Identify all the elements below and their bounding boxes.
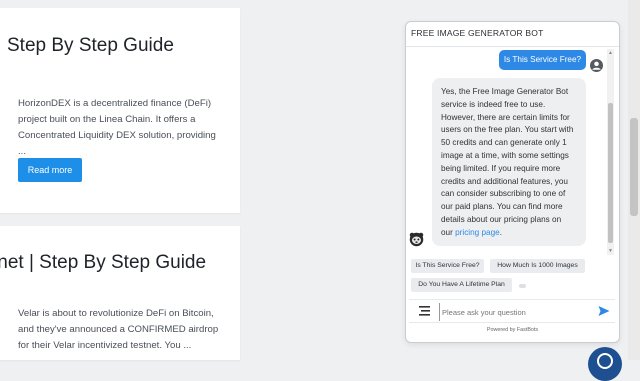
menu-lines-icon[interactable]: [419, 306, 430, 316]
bot-message-text: Yes, the Free Image Generator Bot servic…: [441, 87, 574, 237]
chat-widget: FREE IMAGE GENERATOR BOT Is This Service…: [405, 21, 620, 343]
pricing-page-link[interactable]: pricing page: [455, 228, 500, 237]
suggestion-chip[interactable]: Is This Service Free?: [411, 259, 484, 273]
article-title[interactable]: Step By Step Guide: [7, 35, 174, 57]
page-scrollbar-thumb[interactable]: [630, 118, 638, 216]
bot-message-bubble: Yes, the Free Image Generator Bot servic…: [432, 78, 586, 246]
typing-indicator: [519, 284, 526, 288]
chat-launcher-icon: [597, 353, 613, 369]
article-title[interactable]: tnet | Step By Step Guide: [0, 252, 206, 274]
bot-avatar-icon: [409, 232, 424, 247]
user-circle-icon: [590, 59, 603, 72]
article-excerpt: HorizonDEX is a decentralized finance (D…: [18, 98, 216, 157]
suggestion-chip[interactable]: How Much Is 1000 Images: [490, 259, 585, 273]
chat-message-input[interactable]: [439, 303, 594, 321]
article-card-velar: tnet | Step By Step Guide Velar is about…: [0, 226, 240, 360]
chat-header: FREE IMAGE GENERATOR BOT: [406, 22, 619, 47]
chat-scrollbar-thumb[interactable]: [608, 103, 613, 243]
chat-input-bar: [409, 299, 615, 323]
article-excerpt: Velar is about to revolutionize DeFi on …: [18, 308, 219, 351]
send-arrow-icon[interactable]: [598, 305, 610, 317]
scroll-down-icon[interactable]: ▼: [608, 248, 613, 254]
scroll-up-icon[interactable]: ▲: [608, 50, 613, 56]
article-card-horizondex: Step By Step Guide HorizonDEX is a decen…: [0, 8, 240, 213]
powered-by-label: Powered by FastBots: [486, 327, 539, 333]
suggestion-chip[interactable]: Do You Have A Lifetime Plan: [411, 278, 512, 292]
user-message-bubble: Is This Service Free?: [499, 50, 586, 70]
read-more-button[interactable]: Read more: [18, 158, 82, 182]
chat-title: FREE IMAGE GENERATOR BOT: [411, 28, 544, 38]
